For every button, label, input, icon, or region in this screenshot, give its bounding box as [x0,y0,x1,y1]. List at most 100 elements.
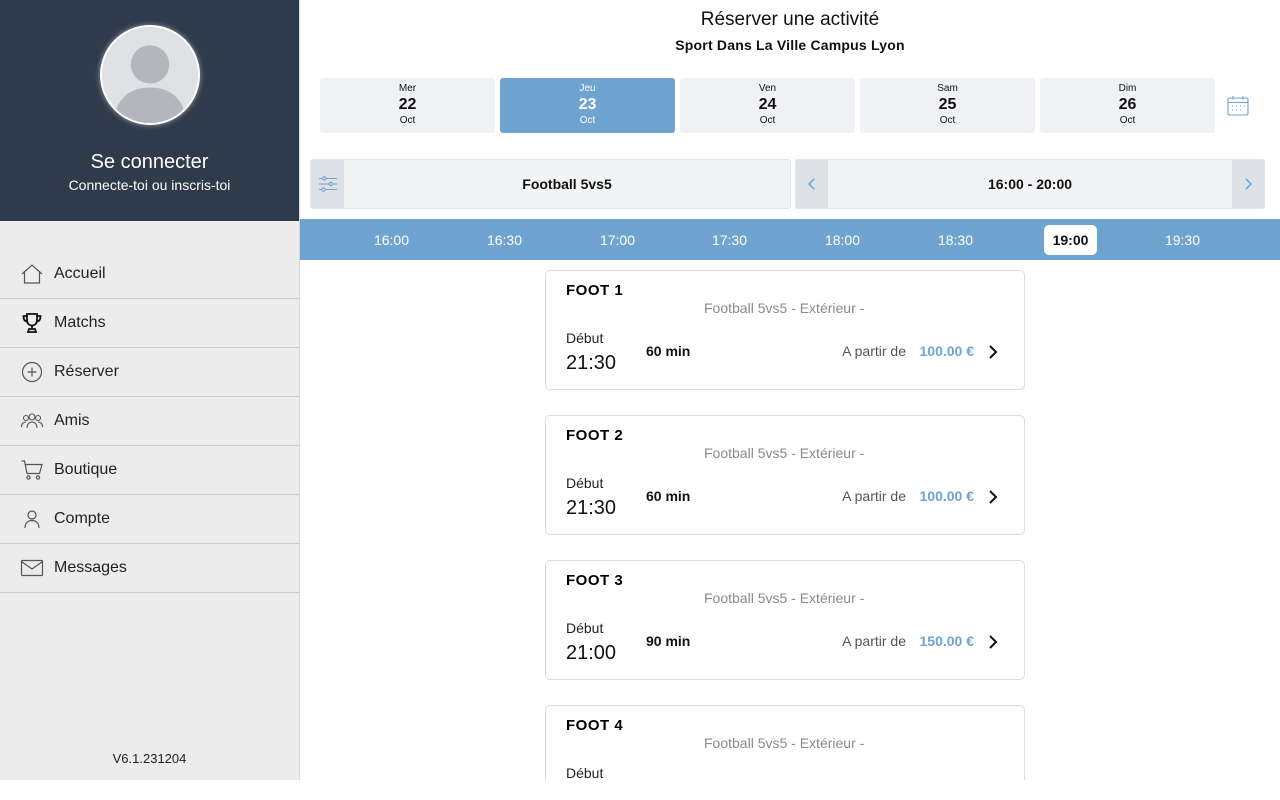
trophy-icon [20,311,44,335]
duration: 60 min [646,343,691,359]
calendar-icon[interactable] [1226,94,1250,118]
avatar[interactable] [100,25,200,125]
time-range-next-button[interactable] [1232,160,1264,208]
day-selector: Mer 22 Oct Jeu 23 Oct Ven 24 Oct Sam 25 … [320,78,1215,133]
login-subtitle[interactable]: Connecte-toi ou inscris-toi [0,177,299,193]
day-button[interactable]: Dim 26 Oct [1040,78,1215,133]
sidebar-item-matchs[interactable]: Matchs [0,299,299,348]
duration: 60 min [646,488,691,504]
day-button-selected[interactable]: Jeu 23 Oct [500,78,675,133]
friends-icon [20,409,44,433]
mail-icon [20,556,44,580]
sidebar-item-label: Accueil [54,265,106,282]
day-button[interactable]: Sam 25 Oct [860,78,1035,133]
court-card[interactable]: FOOT 1 Football 5vs5 - Extérieur - Début… [545,270,1025,390]
day-month: Oct [579,115,596,126]
time-range-label: 16:00 - 20:00 [987,176,1073,192]
court-name: FOOT 3 [566,572,624,589]
day-number: 24 [758,96,777,113]
app-version: V6.1.231204 [112,751,187,766]
sidebar-item-label: Messages [54,559,127,576]
price-from-label: A partir de [842,488,906,504]
day-month: Oct [399,115,416,126]
sidebar-item-messages[interactable]: Messages [0,544,299,593]
day-name: Ven [758,83,777,94]
time-range-prev-button[interactable] [796,160,828,208]
court-list: FOOT 1 Football 5vs5 - Extérieur - Début… [545,270,1025,780]
day-month: Oct [939,115,956,126]
main-content: Réserver une activité Sport Dans La Vill… [300,0,1280,800]
cart-icon [20,458,44,482]
time-slot-selected[interactable]: 19:00 [1044,225,1097,255]
time-slot[interactable]: 19:30 [1156,225,1209,255]
user-placeholder-icon [102,27,198,123]
sidebar-item-label: Réserver [54,363,119,380]
time-range-selector: 16:00 - 20:00 [795,159,1265,209]
start-time: 21:30 [566,352,617,374]
sidebar-item-label: Matchs [54,314,106,331]
profile-header[interactable]: Se connecter Connecte-toi ou inscris-toi [0,0,299,221]
venue-name: Sport Dans La Ville Campus Lyon [675,37,905,53]
sidebar-item-label: Boutique [54,461,118,478]
court-type: Football 5vs5 - Extérieur - [704,445,865,461]
sidebar-menu: Accueil Matchs Réserver Amis Boutique Co… [0,250,299,593]
sidebar-item-label: Compte [54,510,111,527]
login-title[interactable]: Se connecter [0,151,299,174]
sidebar-item-compte[interactable]: Compte [0,495,299,544]
day-button[interactable]: Mer 22 Oct [320,78,495,133]
day-name: Jeu [579,83,596,94]
sidebar-item-amis[interactable]: Amis [0,397,299,446]
price: 100.00 € [919,488,975,504]
time-slot[interactable]: 16:30 [478,225,531,255]
price: 150.00 € [919,633,975,649]
price: 100.00 € [919,343,975,359]
user-icon [20,507,44,531]
day-number: 26 [1118,96,1137,113]
page-title: Réserver une activité [700,9,880,30]
time-slot[interactable]: 18:30 [929,225,982,255]
court-name: FOOT 4 [566,717,624,734]
day-number: 22 [398,96,417,113]
court-type: Football 5vs5 - Extérieur - [704,590,865,606]
activity-filter-label: Football 5vs5 [522,176,612,192]
start-label: Début [566,620,604,636]
time-slot[interactable]: 17:30 [703,225,756,255]
day-name: Mer [398,83,417,94]
day-month: Oct [1119,115,1136,126]
day-number: 23 [578,96,597,113]
court-name: FOOT 2 [566,427,624,444]
court-type: Football 5vs5 - Extérieur - [704,300,865,316]
day-name: Sam [937,83,958,94]
time-slot[interactable]: 17:00 [591,225,644,255]
sidebar-footer [0,780,300,800]
price-from-label: A partir de [842,633,906,649]
start-label: Début [566,765,604,780]
sidebar-item-accueil[interactable]: Accueil [0,250,299,299]
chevron-right-icon[interactable] [986,343,1000,361]
time-slot[interactable]: 18:00 [816,225,869,255]
duration: 90 min [646,633,691,649]
day-button[interactable]: Ven 24 Oct [680,78,855,133]
start-time: 21:30 [566,497,617,519]
activity-filter[interactable]: Football 5vs5 [310,159,791,209]
sidebar-item-reserver[interactable]: Réserver [0,348,299,397]
start-label: Début [566,330,604,346]
day-name: Dim [1118,83,1137,94]
chevron-right-icon [1245,178,1253,190]
court-card[interactable]: FOOT 2 Football 5vs5 - Extérieur - Début… [545,415,1025,535]
bottom-strip [300,780,1280,800]
sidebar-item-boutique[interactable]: Boutique [0,446,299,495]
chevron-right-icon[interactable] [986,633,1000,651]
sliders-icon[interactable] [311,160,344,208]
court-name: FOOT 1 [566,282,624,299]
home-icon [20,262,44,286]
time-slot[interactable]: 16:00 [365,225,418,255]
sidebar-item-label: Amis [54,412,90,429]
plus-circle-icon [20,360,44,384]
chevron-right-icon[interactable] [986,488,1000,506]
court-card[interactable]: FOOT 3 Football 5vs5 - Extérieur - Début… [545,560,1025,680]
court-type: Football 5vs5 - Extérieur - [704,735,865,751]
start-label: Début [566,475,604,491]
sidebar: Se connecter Connecte-toi ou inscris-toi… [0,0,300,800]
court-card[interactable]: FOOT 4 Football 5vs5 - Extérieur - Début [545,705,1025,780]
